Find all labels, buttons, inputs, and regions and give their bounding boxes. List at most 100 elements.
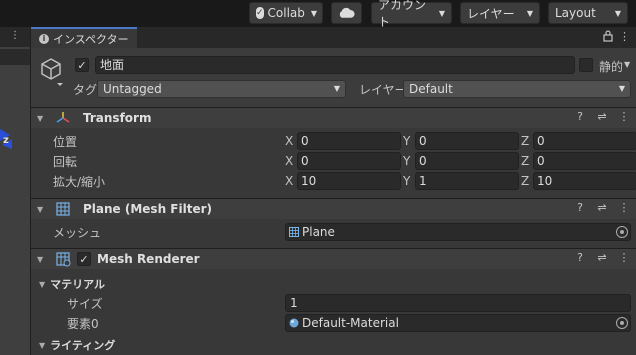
scale-label: 拡大/縮小 [53,175,106,189]
more-options-icon[interactable]: ⋮ [617,110,631,123]
position-z-field[interactable]: 0 [533,132,636,150]
foldout-arrow-icon[interactable]: ▼ [37,205,51,214]
material-sphere-icon [289,318,299,328]
tab-controls: ⋮ [603,30,630,43]
y-axis-label: Y [403,154,411,168]
material-object-field[interactable]: Default-Material [285,314,631,332]
active-checkbox[interactable]: ✓ [75,58,89,72]
more-options-icon[interactable]: ⋮ [619,30,630,43]
mesh-renderer-component-header[interactable]: ▼ ✓ Mesh Renderer ? ⇌ ⋮ [31,248,636,269]
rotation-row: 回転 X 0 Y 0 Z 0 [31,151,636,171]
materials-size-row: サイズ 1 [31,293,636,313]
materials-foldout[interactable]: ▼ マテリアル [39,276,105,292]
foldout-arrow-icon[interactable]: ▼ [39,341,45,350]
foldout-arrow-icon[interactable]: ▼ [37,114,51,123]
presets-icon[interactable]: ⇌ [595,201,609,214]
position-x: X 0 [285,132,401,150]
dropdown-arrow-icon: ▼ [310,8,318,18]
help-icon[interactable]: ? [573,110,587,123]
dropdown-arrow-icon: ▼ [333,84,340,93]
dropdown-arrow-icon: ▼ [526,8,533,18]
component-buttons: ? ⇌ ⋮ [573,251,631,264]
material-element-row: 要素0 Default-Material [31,313,636,333]
x-axis-label: X [285,174,294,188]
scale-x-field[interactable]: 10 [297,172,401,190]
position-y-field[interactable]: 0 [415,132,519,150]
gameobject-cube-icon[interactable] [39,56,63,86]
position-y: Y 0 [403,132,519,150]
presets-icon[interactable]: ⇌ [595,110,609,123]
foldout-arrow-icon[interactable]: ▼ [39,280,45,289]
gameobject-header: ✓ 地面 静的 ▼ タグ Untagged ▼ レイヤー Default ▼ [31,48,636,108]
layers-label: レイヤー [467,6,515,21]
object-name-field[interactable]: 地面 [95,56,575,74]
mesh-label: メッシュ [53,226,102,240]
mesh-row: メッシュ Plane [31,222,636,242]
layout-dropdown[interactable]: Layout ▼ [548,2,628,24]
layout-label: Layout [555,6,596,20]
help-icon[interactable]: ? [573,201,587,214]
rotation-z: Z 0 [521,152,636,170]
layers-dropdown[interactable]: レイヤー ▼ [460,2,540,24]
foldout-arrow-icon[interactable]: ▼ [37,255,51,264]
tab-inspector[interactable]: i インスペクター [31,27,137,48]
panel-menu-icon[interactable]: ⋮ [0,27,30,47]
transform-title: Transform [83,111,152,125]
mesh-grid-icon [56,202,70,216]
tag-dropdown[interactable]: Untagged ▼ [97,80,346,98]
mesh-filter-component-header[interactable]: ▼ Plane (Mesh Filter) ? ⇌ ⋮ [31,198,636,219]
info-icon: i [39,33,49,44]
object-picker-icon[interactable] [616,226,628,238]
check-circle-icon: ✓ [256,7,264,19]
position-label: 位置 [53,135,78,149]
tab-label: インスペクター [53,32,129,46]
static-label: 静的 [599,60,624,74]
transform-icon [56,112,70,123]
collab-button[interactable]: ✓ Collab ▼ [249,2,323,24]
rotation-y-field[interactable]: 0 [415,152,519,170]
layer-dropdown[interactable]: Default ▼ [403,80,631,98]
materials-size-field[interactable]: 1 [285,294,631,312]
object-picker-icon[interactable] [616,317,628,329]
account-label: アカウント [378,0,427,29]
static-dropdown-arrow-icon[interactable]: ▼ [624,60,630,69]
rotation-z-field[interactable]: 0 [533,152,636,170]
scene-search-field[interactable] [0,49,30,65]
top-toolbar: ✓ Collab ▼ アカウント ▼ レイヤー ▼ Layout ▼ [0,0,636,29]
account-dropdown[interactable]: アカウント ▼ [371,0,452,29]
mesh-filter-title: Plane (Mesh Filter) [83,202,212,216]
scale-z: Z 10 [521,172,636,190]
lighting-foldout[interactable]: ▼ ライティング [39,337,115,353]
collab-label: Collab [267,6,305,20]
x-axis-label: X [285,154,294,168]
mesh-grid-icon [289,227,299,237]
help-icon[interactable]: ? [573,251,587,264]
tag-value: Untagged [103,82,162,96]
scene-view-edge[interactable]: ⋮ z [0,27,30,355]
mesh-value: Plane [302,225,335,239]
lighting-label: ライティング [50,339,116,352]
component-buttons: ? ⇌ ⋮ [573,110,631,123]
more-options-icon[interactable]: ⋮ [617,201,631,214]
inspector-tabbar: i インスペクター ⋮ [31,27,636,48]
scale-y-field[interactable]: 1 [415,172,519,190]
scale-y: Y 1 [403,172,519,190]
layer-label: レイヤー [359,83,407,97]
size-label: サイズ [67,297,103,311]
mesh-object-field[interactable]: Plane [285,223,631,241]
position-x-field[interactable]: 0 [297,132,401,150]
rotation-x-field[interactable]: 0 [297,152,401,170]
scale-z-field[interactable]: 10 [533,172,636,190]
transform-component-header[interactable]: ▼ Transform ? ⇌ ⋮ [31,107,636,128]
more-options-icon[interactable]: ⋮ [617,251,631,264]
dropdown-arrow-icon: ▼ [438,8,445,18]
lock-icon[interactable] [603,30,613,42]
y-axis-label: Y [403,174,411,188]
cloud-icon [339,7,355,18]
mesh-renderer-enabled-checkbox[interactable]: ✓ [77,252,91,266]
z-axis-label: Z [521,174,530,188]
cloud-button[interactable] [331,2,362,24]
rotation-label: 回転 [53,155,78,169]
static-checkbox[interactable] [579,58,593,72]
presets-icon[interactable]: ⇌ [595,251,609,264]
